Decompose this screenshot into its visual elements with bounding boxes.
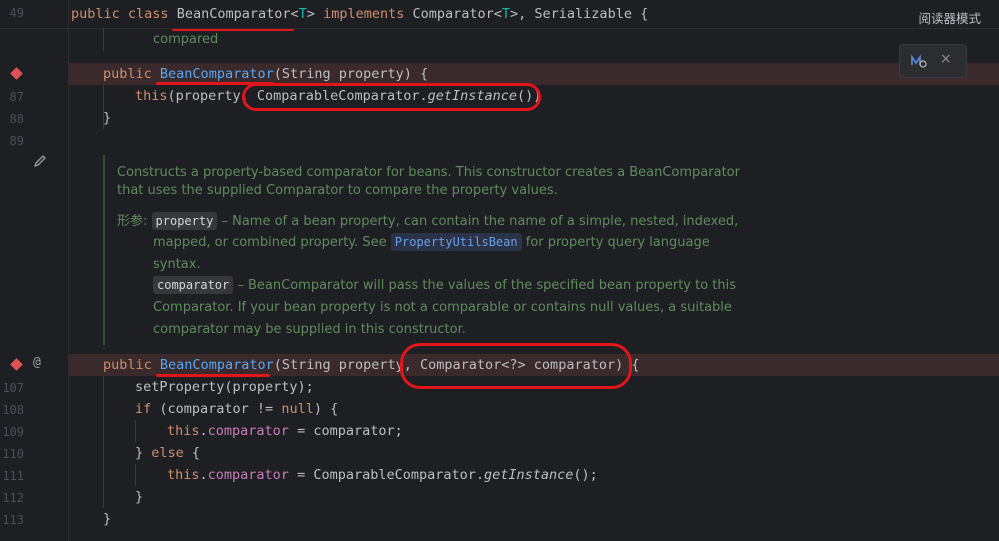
indent-guide [135, 464, 136, 486]
line-number: 87 [9, 90, 24, 104]
param-chip: comparator [153, 276, 234, 294]
doc-line-1: Constructs a property-based comparator f… [117, 165, 740, 180]
class-name: BeanComparator [176, 6, 291, 22]
close-icon[interactable]: × [940, 51, 952, 67]
line-number: 107 [2, 381, 24, 395]
line-number: 89 [9, 134, 24, 148]
params-label: 形参: [117, 214, 148, 229]
sticky-header-divider [0, 28, 999, 29]
reload-maven-icon[interactable] [910, 53, 928, 69]
doc-comment-bar [103, 155, 105, 345]
doc-param-2: comparator – BeanComparator will pass th… [153, 276, 736, 296]
reader-mode-button[interactable]: 阅读器模式 [918, 8, 981, 27]
closing-brace: } [103, 511, 112, 527]
code-line[interactable]: this.comparator = comparator; [167, 420, 403, 442]
doc-param-1: 形参: property – Name of a bean property, … [117, 212, 739, 230]
method-name: BeanComparator [159, 66, 274, 82]
red-annotation-oval [400, 343, 632, 389]
doc-link[interactable]: PropertyUtilsBean [390, 233, 522, 251]
class-declaration[interactable]: public class BeanComparator<T> implement… [71, 3, 648, 25]
indent-guide [103, 29, 104, 51]
line-number: 49 [9, 6, 24, 20]
floating-toolbar: × [899, 44, 967, 78]
line-number: 109 [2, 425, 24, 439]
type-param: T [298, 6, 307, 22]
line-number: 113 [2, 513, 24, 527]
keyword: class [127, 6, 169, 22]
closing-brace: } [135, 489, 144, 505]
keyword: public [71, 6, 120, 22]
doc-param-1-end: syntax. [153, 257, 201, 272]
doc-param-2-end: comparator may be supplied in this const… [153, 322, 466, 337]
folded-comment: compared [153, 32, 219, 47]
line-number: 111 [2, 469, 24, 483]
code-line[interactable]: setProperty(property); [135, 376, 314, 398]
edit-doc-icon[interactable] [33, 154, 47, 168]
closing-brace: } [103, 110, 112, 126]
code-line[interactable]: } else { [135, 442, 200, 464]
code-line[interactable]: this.comparator = ComparableComparator.g… [167, 464, 598, 486]
red-annotation-oval [242, 83, 541, 111]
code-line[interactable]: if (comparator != null) { [135, 398, 338, 420]
keyword: implements [323, 6, 405, 22]
doc-param-2-cont: Comparator. If your bean property is not… [153, 300, 732, 315]
method-name: BeanComparator [159, 357, 274, 373]
indent-guide [135, 420, 136, 442]
line-number: 110 [2, 447, 24, 461]
param-chip: property [151, 212, 218, 230]
line-number: 112 [2, 491, 24, 505]
doc-line-2: that uses the supplied Comparator to com… [117, 183, 558, 198]
line-number: 108 [2, 403, 24, 417]
line-number: 88 [9, 112, 24, 126]
indent-guide [103, 376, 104, 508]
overrides-at-icon[interactable]: @ [33, 355, 41, 370]
doc-param-1-cont: mapped, or combined property. See Proper… [153, 233, 710, 251]
